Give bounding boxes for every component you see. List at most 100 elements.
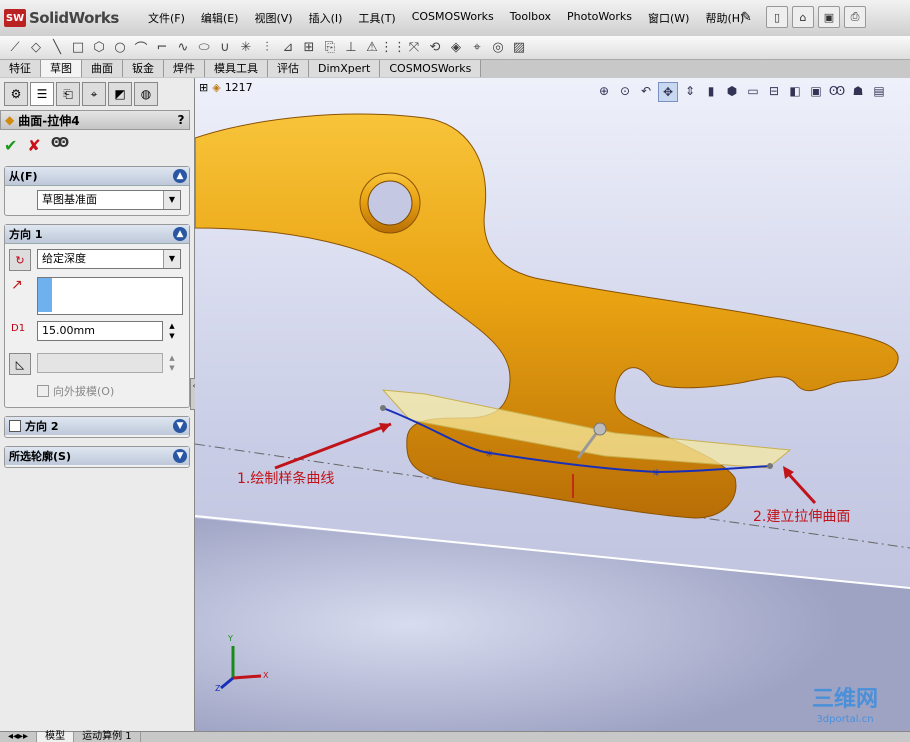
circle-icon[interactable]: ○ (111, 39, 129, 57)
spline-point[interactable]: ✳ (652, 468, 660, 479)
open-document-icon[interactable]: ⌂ (792, 6, 814, 28)
view-settings-icon[interactable]: Ꙭ (828, 82, 846, 100)
drag-handle[interactable] (593, 422, 607, 436)
tab-mold-tools[interactable]: 模具工具 (205, 60, 268, 77)
repair-sketch-icon[interactable]: ◈ (447, 39, 465, 57)
previous-view-icon[interactable]: ↶ (637, 82, 655, 100)
menu-photoworks[interactable]: PhotoWorks (559, 10, 640, 26)
feature-tree-icon[interactable]: ⚙ (4, 82, 28, 106)
menu-edit[interactable]: 编辑(E) (193, 10, 247, 26)
print-icon[interactable]: ⎙ (844, 6, 866, 28)
spline-icon[interactable]: ∿ (174, 39, 192, 57)
direction-vector-list[interactable] (37, 277, 183, 315)
fillet-icon[interactable]: ⌐ (153, 39, 171, 57)
direction1-group-header[interactable]: 方向 1 ▲ (5, 225, 189, 244)
end-condition-select[interactable]: 给定深度 ▼ (37, 249, 181, 269)
sketch-icon[interactable]: ⟋ (6, 39, 24, 57)
cancel-x-icon[interactable]: ✘ (27, 136, 40, 155)
relations-icon[interactable]: ⊥ (342, 39, 360, 57)
linear-pattern-icon[interactable]: ⊞ (300, 39, 318, 57)
ok-check-icon[interactable]: ✔ (4, 136, 17, 155)
tab-dimxpert[interactable]: DimXpert (309, 60, 381, 77)
ellipse-icon[interactable]: ⬭ (195, 39, 213, 57)
rotate-entities-icon[interactable]: ⟲ (426, 39, 444, 57)
model-scene[interactable]: ✳ ✳ (195, 78, 910, 731)
tab-sheet-metal[interactable]: 钣金 (123, 60, 164, 77)
zoom-to-area-icon[interactable]: ⊙ (616, 82, 634, 100)
from-group-header[interactable]: 从(F) ▲ (5, 167, 189, 186)
direction2-checkbox[interactable] (9, 420, 21, 432)
rectangle-icon[interactable]: □ (69, 39, 87, 57)
mirror-icon[interactable]: ⫶ (258, 39, 276, 57)
instant2d-icon[interactable]: ◎ (489, 39, 507, 57)
draft-angle-input[interactable] (37, 353, 163, 373)
hide-show-icon[interactable]: ⊟ (765, 82, 783, 100)
offset-icon[interactable]: ⊿ (279, 39, 297, 57)
spline-endpoint[interactable] (767, 463, 773, 469)
tab-weldments[interactable]: 焊件 (164, 60, 205, 77)
selected-contours-header[interactable]: 所选轮廓(S) ▼ (5, 447, 189, 465)
menu-cosmosworks[interactable]: COSMOSWorks (404, 10, 502, 26)
trim-icon[interactable]: ∪ (216, 39, 234, 57)
menu-view[interactable]: 视图(V) (246, 10, 300, 26)
view-orientation-icon[interactable]: ⬢ (723, 82, 741, 100)
grid-icon[interactable]: ⋮⋮ (380, 39, 406, 57)
warning-icon[interactable]: ⚠ (363, 39, 381, 57)
arc-icon[interactable]: ⌒ (132, 39, 150, 57)
tab-cosmosworks[interactable]: COSMOSWorks (380, 60, 482, 77)
collapse-arrow-icon[interactable]: ▲ (173, 227, 187, 241)
depth-spinner[interactable]: ▲ ▼ (165, 321, 179, 341)
point-icon[interactable]: ✳ (237, 39, 255, 57)
quick-snaps-icon[interactable]: ⌖ (468, 39, 486, 57)
pin-icon[interactable]: ✎ (741, 10, 752, 25)
smart-dimension-icon[interactable]: ◇ (27, 39, 45, 57)
section-view-icon[interactable]: ▮ (702, 82, 720, 100)
rotate-view-icon[interactable]: ⇕ (681, 82, 699, 100)
tab-sketch[interactable]: 草图 (41, 60, 82, 77)
draft-outward-option[interactable]: 向外拔模(O) (37, 383, 114, 399)
zoom-to-fit-icon[interactable]: ⊕ (595, 82, 613, 100)
graphics-viewport[interactable]: ✳ ✳ ⊞ ◈ 1217 ⊕ ⊙ ↶ ✥ ⇕ ▮ ⬢ ▭ ⊟ ◧ ▣ Ꙭ ☗ ▤… (195, 78, 910, 731)
move-entities-icon[interactable]: ⤧ (405, 39, 423, 57)
new-document-icon[interactable]: ▯ (766, 6, 788, 28)
menu-window[interactable]: 窗口(W) (640, 10, 697, 26)
realview-icon[interactable]: ▤ (870, 82, 888, 100)
save-icon[interactable]: ▣ (818, 6, 840, 28)
menu-toolbox[interactable]: Toolbox (502, 10, 559, 26)
display-manager-icon[interactable]: ◩ (108, 82, 132, 106)
help-button[interactable]: ? (173, 113, 189, 127)
menu-tools[interactable]: 工具(T) (350, 10, 403, 26)
expand-arrow-icon[interactable]: ▼ (173, 419, 187, 433)
preview-glasses-icon[interactable]: Ꙭ (51, 136, 69, 155)
draft-spinner[interactable]: ▲ ▼ (165, 353, 179, 373)
polygon-icon[interactable]: ⬡ (90, 39, 108, 57)
pan-icon[interactable]: ✥ (658, 82, 678, 102)
feature-tree-flyout[interactable]: ⊞ ◈ 1217 (199, 81, 253, 94)
depth-input[interactable]: 15.00mm (37, 321, 163, 341)
apply-scene-icon[interactable]: ▣ (807, 82, 825, 100)
spline-endpoint[interactable] (380, 405, 386, 411)
edit-appearance-icon[interactable]: ◧ (786, 82, 804, 100)
tab-evaluate[interactable]: 评估 (268, 60, 309, 77)
draft-on-off-icon[interactable]: ◺ (9, 353, 31, 375)
reverse-direction-icon[interactable]: ↻ (9, 249, 31, 271)
appearance-icon[interactable]: ◍ (134, 82, 158, 106)
line-icon[interactable]: ╲ (48, 39, 66, 57)
spline-point[interactable]: ✳ (485, 449, 493, 460)
expand-icon[interactable]: ⊞ (199, 81, 208, 94)
draft-outward-checkbox[interactable] (37, 385, 49, 397)
configuration-manager-icon[interactable]: ⎗ (56, 82, 80, 106)
tab-features[interactable]: 特征 (0, 60, 41, 77)
sketch-picture-icon[interactable]: ▨ (510, 39, 528, 57)
menu-file[interactable]: 文件(F) (140, 10, 193, 26)
direction2-group-header[interactable]: 方向 2 ▼ (5, 417, 189, 435)
dimxpert-manager-icon[interactable]: ⌖ (82, 82, 106, 106)
collapse-arrow-icon[interactable]: ▲ (173, 169, 187, 183)
tab-surfaces[interactable]: 曲面 (82, 60, 123, 77)
property-manager-icon[interactable]: ☰ (30, 82, 54, 106)
shadows-icon[interactable]: ☗ (849, 82, 867, 100)
menu-insert[interactable]: 插入(I) (301, 10, 351, 26)
convert-entities-icon[interactable]: ⎘ (321, 39, 339, 57)
display-style-icon[interactable]: ▭ (744, 82, 762, 100)
expand-arrow-icon[interactable]: ▼ (173, 449, 187, 463)
